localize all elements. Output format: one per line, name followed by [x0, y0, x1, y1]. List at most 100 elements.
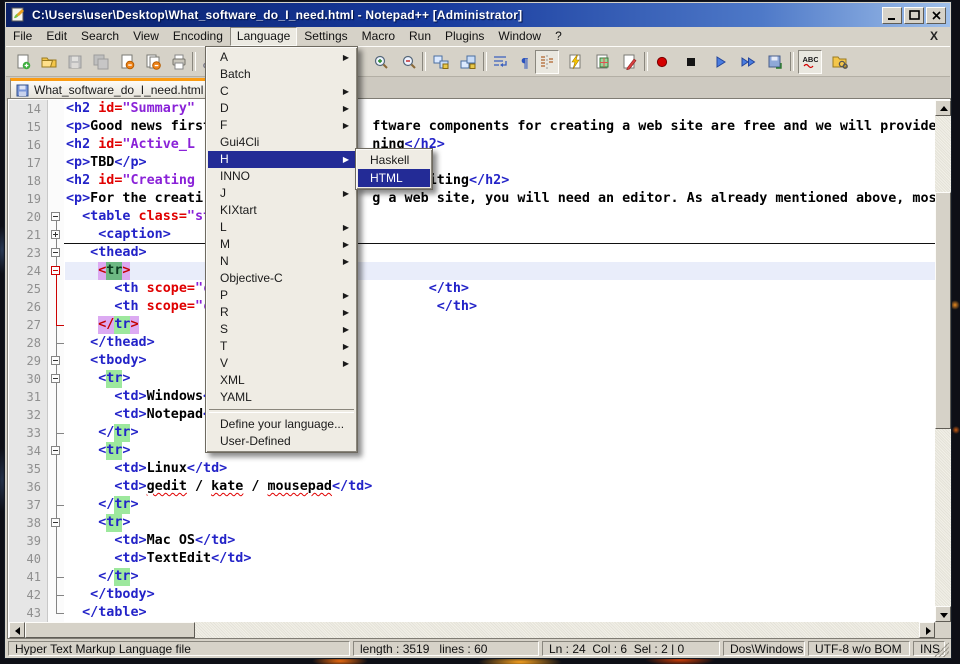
menu-run[interactable]: Run [402, 27, 438, 46]
tab-what-software-do-i-need[interactable]: What_software_do_I_need.html x [10, 78, 229, 99]
fold-collapse-icon[interactable] [51, 518, 60, 527]
language-menu-item-d[interactable]: D▶ [208, 100, 355, 117]
language-menu-item-j[interactable]: J▶ [208, 185, 355, 202]
fold-collapse-icon[interactable] [51, 356, 60, 365]
language-menu-item-l[interactable]: L▶ [208, 219, 355, 236]
close-all-icon[interactable] [141, 50, 165, 74]
code-token: / [243, 478, 267, 496]
macro-play-icon[interactable] [708, 50, 732, 74]
menu-edit[interactable]: Edit [39, 27, 74, 46]
language-menu-item-t[interactable]: T▶ [208, 338, 355, 355]
fold-collapse-icon[interactable] [51, 266, 60, 275]
menu-file[interactable]: File [6, 27, 39, 46]
macro-run-multiple-icon[interactable] [736, 50, 760, 74]
word-wrap-icon[interactable] [488, 50, 512, 74]
zoom-out-icon[interactable] [397, 50, 421, 74]
language-menu-item-m[interactable]: M▶ [208, 236, 355, 253]
language-menu-item-p[interactable]: P▶ [208, 287, 355, 304]
horizontal-scroll-thumb[interactable] [25, 622, 195, 638]
horizontal-scrollbar[interactable] [9, 622, 935, 638]
open-icon[interactable] [37, 50, 61, 74]
language-menu-item-inno[interactable]: INNO [208, 168, 355, 185]
editor-line: 43</table> [9, 604, 935, 622]
toolbar-separator [790, 52, 794, 71]
language-menu-item-r[interactable]: R▶ [208, 304, 355, 321]
language-menu-item-n[interactable]: N▶ [208, 253, 355, 270]
indent-guide-icon[interactable] [535, 50, 559, 74]
language-menu-item-batch[interactable]: Batch [208, 66, 355, 83]
title-bar[interactable]: C:\Users\user\Desktop\What_software_do_I… [6, 3, 950, 27]
menu-[interactable]: ? [548, 27, 569, 46]
code-token: TextEdit [147, 550, 212, 568]
language-menu-item-a[interactable]: A▶ [208, 49, 355, 66]
zoom-in-icon[interactable] [369, 50, 393, 74]
vertical-scrollbar[interactable] [935, 100, 951, 622]
code-token: <th [114, 280, 138, 298]
language-menu-item-objective-c[interactable]: Objective-C [208, 270, 355, 287]
scroll-down-button[interactable] [935, 606, 951, 622]
scroll-left-button[interactable] [9, 622, 25, 638]
macro-save-icon[interactable] [763, 50, 787, 74]
menu-macro[interactable]: Macro [355, 27, 402, 46]
language-menu-item-define-your-language[interactable]: Define your language... [208, 416, 355, 433]
fold-collapse-icon[interactable] [51, 212, 60, 221]
line-number: 25 [9, 280, 41, 298]
save-all-icon[interactable] [89, 50, 113, 74]
menu-settings[interactable]: Settings [297, 27, 354, 46]
sync-horizontal-scrolling-icon[interactable] [456, 50, 480, 74]
language-menu-item-v[interactable]: V▶ [208, 355, 355, 372]
close-button[interactable] [926, 7, 946, 24]
code-token: <p> [66, 190, 90, 208]
scroll-up-button[interactable] [935, 100, 951, 116]
language-submenu-item-html[interactable]: HTML [358, 169, 430, 187]
toolbar-separator [483, 52, 487, 71]
print-icon[interactable] [167, 50, 191, 74]
resize-grip[interactable] [934, 642, 949, 657]
folded-region-underline[interactable] [64, 243, 935, 244]
macro-record-icon[interactable] [650, 50, 674, 74]
language-menu-item-yaml[interactable]: YAML [208, 389, 355, 406]
minimize-button[interactable] [882, 7, 902, 24]
language-menu-item-xml[interactable]: XML [208, 372, 355, 389]
document-map-icon[interactable] [590, 50, 614, 74]
editor-text-area[interactable]: 14<h2 id="Summary"15<p>Good news firstft… [9, 100, 935, 622]
menu-window[interactable]: Window [491, 27, 548, 46]
spell-check-abc-icon[interactable]: ABC [798, 50, 822, 74]
code-token: < [98, 262, 106, 280]
open-containing-folder-icon[interactable] [828, 50, 852, 74]
language-menu-item-f[interactable]: F▶ [208, 117, 355, 134]
save-icon[interactable] [63, 50, 87, 74]
macro-stop-icon[interactable] [679, 50, 703, 74]
menu-view[interactable]: View [126, 27, 166, 46]
menu-item-label: R [220, 305, 229, 319]
fold-collapse-icon[interactable] [51, 248, 60, 257]
menu-plugins[interactable]: Plugins [438, 27, 491, 46]
language-menu-item-gui4cli[interactable]: Gui4Cli [208, 134, 355, 151]
editor-line: 23<thead> [9, 244, 935, 262]
language-submenu-item-haskell[interactable]: Haskell [358, 151, 430, 169]
sync-vertical-scrolling-icon[interactable] [429, 50, 453, 74]
close-icon[interactable] [115, 50, 139, 74]
new-file-icon[interactable] [11, 50, 35, 74]
user-define-dialog-icon[interactable] [617, 50, 641, 74]
code-token: For the creati [90, 190, 203, 208]
fold-collapse-icon[interactable] [51, 374, 60, 383]
menu-language[interactable]: Language [230, 27, 297, 46]
fold-collapse-icon[interactable] [51, 446, 60, 455]
language-menu-item-s[interactable]: S▶ [208, 321, 355, 338]
scroll-right-button[interactable] [919, 622, 935, 638]
fold-expand-icon[interactable] [51, 230, 60, 239]
menubar-close-button[interactable]: X [930, 29, 938, 43]
fold-end-tick [57, 325, 64, 326]
line-number: 32 [9, 406, 41, 424]
vertical-scroll-thumb[interactable] [935, 192, 951, 429]
language-menu-item-h[interactable]: H▶ [208, 151, 355, 168]
editor-line: 15<p>Good news firstftware components fo… [9, 118, 935, 136]
language-menu-item-kixtart[interactable]: KIXtart [208, 202, 355, 219]
menu-search[interactable]: Search [74, 27, 126, 46]
maximize-button[interactable] [904, 7, 924, 24]
language-menu-item-c[interactable]: C▶ [208, 83, 355, 100]
language-menu-item-user-defined[interactable]: User-Defined [208, 433, 355, 450]
menu-encoding[interactable]: Encoding [166, 27, 230, 46]
function-list-icon[interactable] [563, 50, 587, 74]
